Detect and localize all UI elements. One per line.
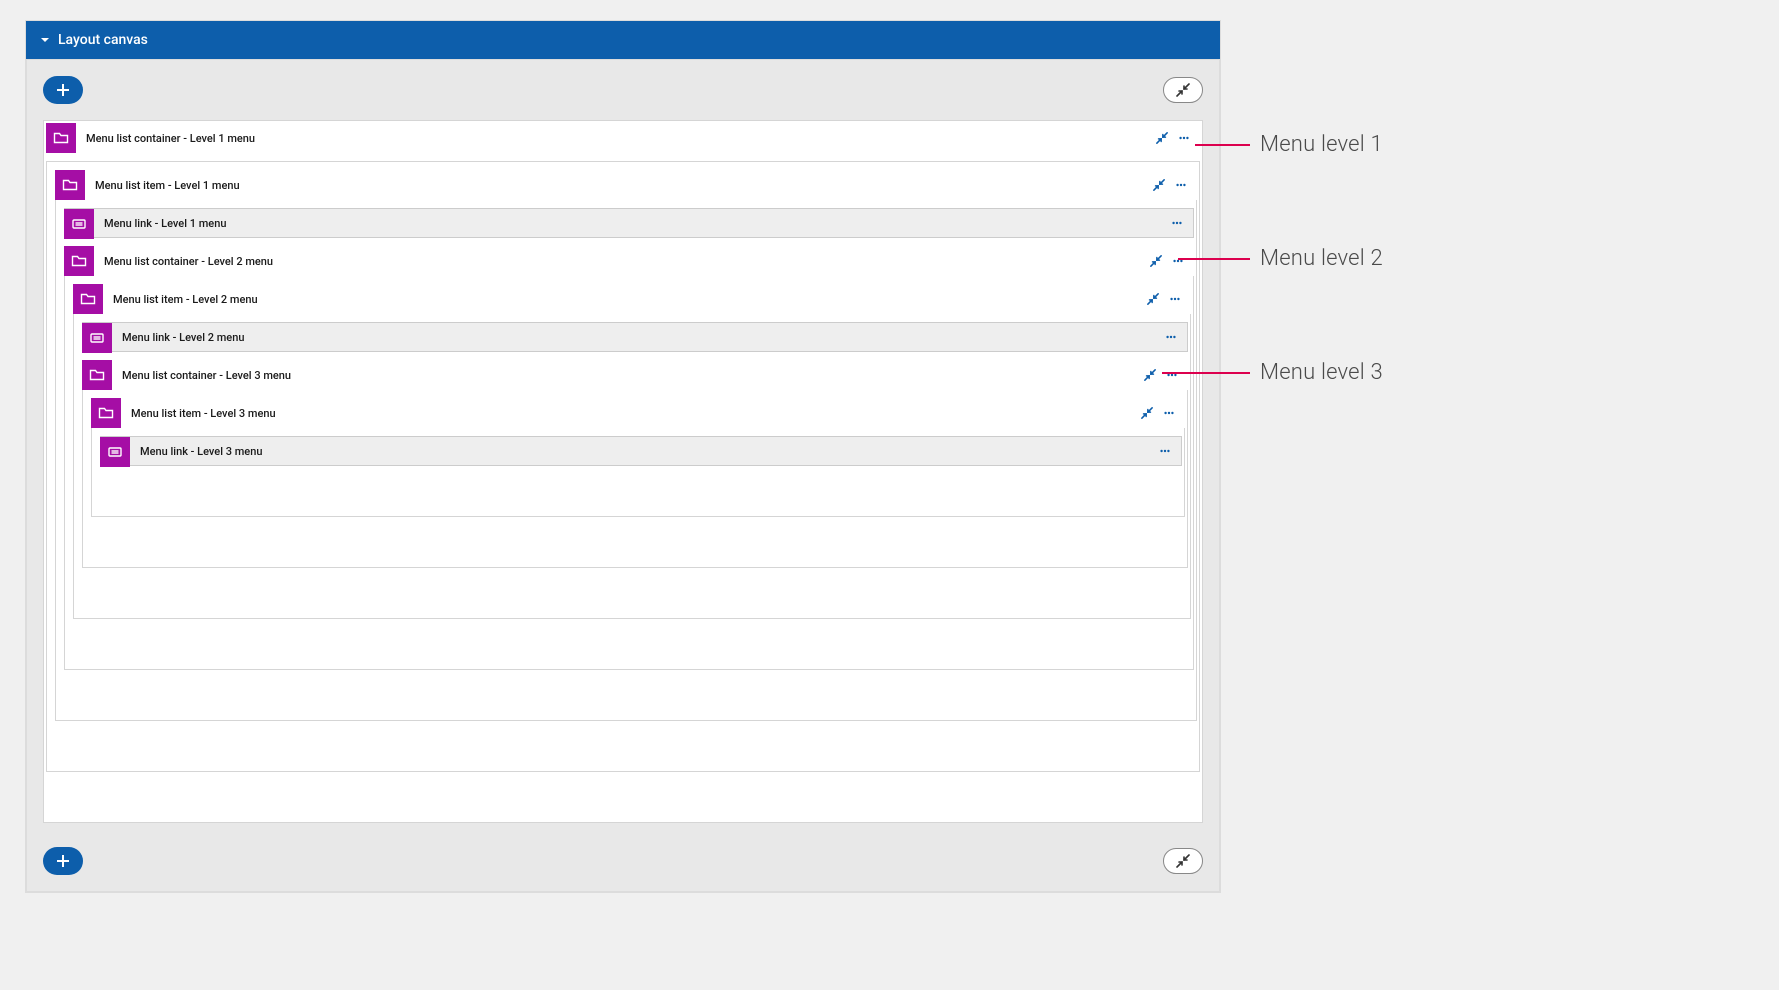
l2-link-row[interactable]: Menu link - Level 2 menu (82, 322, 1188, 352)
l2-link-label: Menu link - Level 2 menu (112, 323, 1163, 351)
more-icon[interactable] (1169, 215, 1185, 231)
l3-children: Menu list item - Level 3 menu (82, 390, 1188, 568)
l2-container-label: Menu list container - Level 2 menu (94, 246, 1148, 276)
row-actions (1148, 246, 1194, 276)
more-icon[interactable] (1161, 405, 1177, 421)
bottom-toolbar (43, 847, 1203, 875)
collapse-row-icon[interactable] (1151, 177, 1167, 193)
l3-item-row[interactable]: Menu list item - Level 3 menu (91, 398, 1185, 428)
canvas-area: Menu list container - Level 1 menu (43, 120, 1203, 823)
collapse-button[interactable] (1163, 77, 1203, 103)
l2-item-row[interactable]: Menu list item - Level 2 menu (73, 284, 1191, 314)
panel-title: Layout canvas (58, 32, 148, 48)
link-icon (100, 437, 130, 467)
panel-header[interactable]: Layout canvas (26, 21, 1220, 59)
row-actions (1169, 209, 1193, 237)
layout-canvas-panel: Layout canvas (25, 20, 1221, 893)
folder-icon (64, 246, 94, 276)
row-actions (1154, 123, 1200, 153)
l2-item-label: Menu list item - Level 2 menu (103, 284, 1145, 314)
collapse-icon (1176, 854, 1190, 868)
l3-link-label: Menu link - Level 3 menu (130, 437, 1157, 465)
plus-icon (56, 83, 70, 97)
more-icon[interactable] (1157, 443, 1173, 459)
l3-container-row[interactable]: Menu list container - Level 3 menu (82, 360, 1188, 390)
l1-item-children: Menu link - Level 1 menu (55, 200, 1197, 721)
more-icon[interactable] (1164, 367, 1180, 383)
l2-link-block: Menu link - Level 2 menu (82, 322, 1188, 352)
collapse-icon (1176, 83, 1190, 97)
folder-icon (82, 360, 112, 390)
collapse-button-bottom[interactable] (1163, 848, 1203, 874)
l1-item-block: Menu list item - Level 1 menu (55, 170, 1197, 721)
panel-body: Menu list container - Level 1 menu (26, 59, 1220, 892)
l2-item-children: Menu link - Level 2 menu (73, 314, 1191, 619)
l1-container-block: Menu list container - Level 1 menu (46, 123, 1200, 772)
more-icon[interactable] (1170, 253, 1186, 269)
l2-container-block: Menu list container - Level 2 menu (64, 246, 1194, 670)
annotation-2: Menu level 2 (1260, 246, 1383, 271)
l1-item-row[interactable]: Menu list item - Level 1 menu (55, 170, 1197, 200)
more-icon[interactable] (1167, 291, 1183, 307)
caret-down-icon (40, 35, 50, 45)
l3-link-row[interactable]: Menu link - Level 3 menu (100, 436, 1182, 466)
l3-container-block: Menu list container - Level 3 menu (82, 360, 1188, 568)
l1-link-row[interactable]: Menu link - Level 1 menu (64, 208, 1194, 238)
folder-icon (91, 398, 121, 428)
more-icon[interactable] (1176, 130, 1192, 146)
folder-icon (46, 123, 76, 153)
l1-link-block: Menu link - Level 1 menu (64, 208, 1194, 238)
row-actions (1142, 360, 1188, 390)
link-icon (82, 323, 112, 353)
l3-container-label: Menu list container - Level 3 menu (112, 360, 1142, 390)
collapse-row-icon[interactable] (1145, 291, 1161, 307)
annotation-line-3 (1162, 372, 1250, 374)
annotation-1: Menu level 1 (1260, 132, 1383, 157)
more-icon[interactable] (1163, 329, 1179, 345)
l2-container-row[interactable]: Menu list container - Level 2 menu (64, 246, 1194, 276)
more-icon[interactable] (1173, 177, 1189, 193)
row-actions (1163, 323, 1187, 351)
l1-link-label: Menu link - Level 1 menu (94, 209, 1169, 237)
folder-icon (55, 170, 85, 200)
collapse-row-icon[interactable] (1148, 253, 1164, 269)
l2-children: Menu list item - Level 2 menu (64, 276, 1194, 670)
row-actions (1157, 437, 1181, 465)
row-actions (1139, 398, 1185, 428)
annotation-3: Menu level 3 (1260, 360, 1383, 385)
collapse-row-icon[interactable] (1139, 405, 1155, 421)
l1-children: Menu list item - Level 1 menu (46, 161, 1200, 772)
link-icon (64, 209, 94, 239)
l3-item-label: Menu list item - Level 3 menu (121, 398, 1139, 428)
annotation-line-1 (1195, 144, 1250, 146)
l1-container-label: Menu list container - Level 1 menu (76, 123, 1154, 153)
l1-container-row[interactable]: Menu list container - Level 1 menu (46, 123, 1200, 153)
top-toolbar (43, 76, 1203, 104)
plus-icon (56, 854, 70, 868)
l3-item-children: Menu link - Level 3 menu (91, 428, 1185, 517)
annotation-line-2 (1178, 258, 1250, 260)
l3-link-block: Menu link - Level 3 menu (100, 436, 1182, 466)
l1-item-label: Menu list item - Level 1 menu (85, 170, 1151, 200)
add-button[interactable] (43, 76, 83, 104)
row-actions (1151, 170, 1197, 200)
collapse-row-icon[interactable] (1142, 367, 1158, 383)
add-button-bottom[interactable] (43, 847, 83, 875)
l2-item-block: Menu list item - Level 2 menu (73, 284, 1191, 619)
l3-item-block: Menu list item - Level 3 menu (91, 398, 1185, 517)
folder-icon (73, 284, 103, 314)
collapse-row-icon[interactable] (1154, 130, 1170, 146)
row-actions (1145, 284, 1191, 314)
